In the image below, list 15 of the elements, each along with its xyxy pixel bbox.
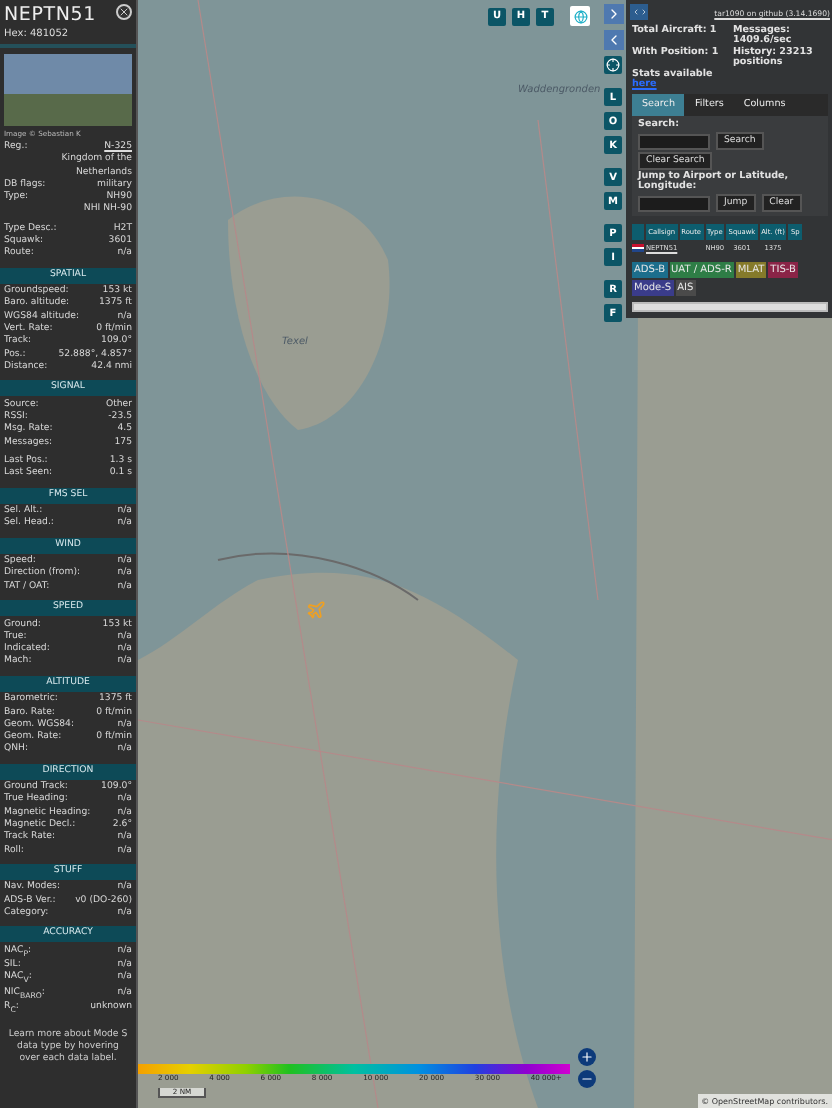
aircraft-icon[interactable] [306,600,326,620]
jump-field[interactable] [638,195,710,211]
chevron-right-icon[interactable] [604,4,624,24]
expand-arrows-icon[interactable] [630,4,648,20]
horizontal-scrollbar[interactable] [632,302,828,312]
photo-placeholder [4,54,132,126]
crosshair-icon[interactable] [604,56,622,74]
flag-icon [632,244,644,252]
globe-icon[interactable] [570,6,590,26]
callsign-title: NEPTN51 [4,4,96,26]
table-header [632,224,644,240]
plus-icon [580,1050,594,1064]
minus-icon [580,1072,594,1086]
close-button[interactable] [116,4,132,20]
search-field[interactable] [638,133,710,149]
